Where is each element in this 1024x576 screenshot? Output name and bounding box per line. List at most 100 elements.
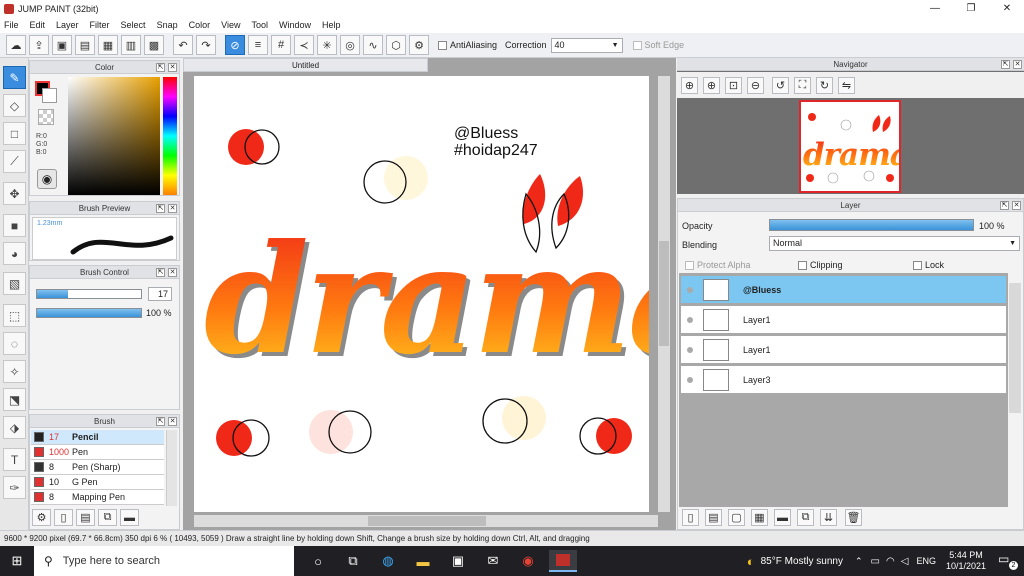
task-view-icon[interactable]: ⧉ [339, 550, 367, 572]
menu-color[interactable]: Color [189, 20, 211, 30]
close-icon[interactable]: ✕ [168, 63, 177, 72]
undock-icon[interactable]: ⇱ [156, 268, 165, 277]
weather-text[interactable]: 85°F Mostly sunny [761, 556, 843, 567]
brush-list-scrollbar[interactable] [166, 430, 177, 506]
zoom-fit-icon[interactable]: ⊕ [681, 76, 698, 94]
brush-settings-icon[interactable]: ⚙ [32, 509, 51, 526]
mail-icon[interactable]: ✉ [479, 550, 507, 572]
layer-row[interactable]: Layer1 [680, 305, 1007, 334]
visibility-eye-icon[interactable] [687, 286, 693, 293]
close-icon[interactable]: ✕ [168, 417, 177, 426]
vertical-scroll-thumb[interactable] [659, 241, 669, 346]
antialiasing-checkbox[interactable] [438, 40, 447, 50]
file-explorer-icon[interactable]: ▬ [409, 550, 437, 572]
select-eraser-tool-icon[interactable]: ⬗ [3, 416, 26, 439]
zoom-in-icon[interactable]: ⊕ [703, 76, 720, 94]
document-icon[interactable]: ▤ [75, 35, 95, 55]
polygon-snap-icon[interactable]: ⬡ [386, 35, 406, 55]
rectangle-select-tool-icon[interactable]: □ [3, 122, 26, 145]
eraser-tool-icon[interactable]: ◇ [3, 94, 26, 117]
undock-icon[interactable]: ⇱ [1001, 60, 1010, 69]
language-indicator[interactable]: ENG [916, 556, 936, 566]
undock-icon[interactable]: ⇱ [156, 417, 165, 426]
menu-tool[interactable]: Tool [251, 20, 268, 30]
new-raster-layer-icon[interactable]: ▤ [705, 509, 722, 526]
lock-option[interactable]: Lock [913, 260, 944, 270]
palette-icon[interactable]: ◉ [37, 169, 57, 189]
blur-tool-icon[interactable]: ⟋ [3, 150, 26, 173]
menu-window[interactable]: Window [279, 20, 311, 30]
visibility-eye-icon[interactable] [687, 376, 693, 383]
eyedropper-tool-icon[interactable]: ✑ [3, 476, 26, 499]
wifi-icon[interactable]: ◠ [886, 556, 895, 567]
brush-list-item[interactable]: 8 Mapping Pen [31, 490, 164, 505]
document-canvas[interactable]: @Bluess #hoidap247 drama drama [194, 76, 649, 512]
menu-filter[interactable]: Filter [90, 20, 110, 30]
magic-wand-tool-icon[interactable]: ✧ [3, 360, 26, 383]
lasso-tool-icon[interactable]: ◌ [3, 332, 26, 355]
select-pen-tool-icon[interactable]: ⬔ [3, 388, 26, 411]
brush-list-item[interactable]: 10 G Pen [31, 475, 164, 490]
brush-size-slider[interactable] [36, 289, 142, 299]
brush-size-input[interactable]: 17 [148, 287, 172, 301]
edge-icon[interactable]: ◍ [374, 550, 402, 572]
zoom-out-icon[interactable]: ⊖ [747, 76, 764, 94]
flip-icon[interactable]: ⇋ [838, 76, 855, 94]
menu-select[interactable]: Select [121, 20, 146, 30]
move-tool-icon[interactable]: ✥ [3, 182, 26, 205]
navigator-thumbnail[interactable]: drama [799, 100, 901, 193]
layer-row[interactable]: Layer1 [680, 335, 1007, 364]
menu-layer[interactable]: Layer [56, 20, 79, 30]
brush-opacity-slider[interactable] [36, 308, 142, 318]
vertical-scrollbar[interactable] [658, 76, 670, 512]
bucket-tool-icon[interactable]: ◕ [3, 242, 26, 265]
undock-icon[interactable]: ⇱ [156, 204, 165, 213]
comment-icon[interactable]: ▣ [52, 35, 72, 55]
cloud-icon[interactable]: ☁ [6, 35, 26, 55]
clock[interactable]: 5:44 PM 10/1/2021 [946, 550, 986, 572]
fit-window-icon[interactable]: ⛶ [794, 76, 811, 94]
cortana-icon[interactable]: ○ [304, 550, 332, 572]
brush-list-item[interactable]: 1000 Pen [31, 445, 164, 460]
close-icon[interactable]: ✕ [168, 268, 177, 277]
layer-list-scrollbar[interactable] [1009, 283, 1021, 413]
document-tab[interactable]: Untitled [183, 58, 428, 72]
grid-icon[interactable]: ▩ [144, 35, 164, 55]
vanish-snap-icon[interactable]: ≺ [294, 35, 314, 55]
background-color-swatch[interactable] [42, 88, 57, 103]
cross-snap-icon[interactable]: # [271, 35, 291, 55]
circle-snap-icon[interactable]: ◎ [340, 35, 360, 55]
horizontal-scrollbar[interactable] [194, 515, 658, 527]
close-icon[interactable]: ✕ [168, 204, 177, 213]
menu-help[interactable]: Help [322, 20, 341, 30]
rect-fill-tool-icon[interactable]: ■ [3, 214, 26, 237]
menu-view[interactable]: View [221, 20, 240, 30]
snap-off-icon[interactable]: ⊘ [225, 35, 245, 55]
copy-brush-icon[interactable]: ⧉ [98, 509, 117, 526]
undock-icon[interactable]: ⇱ [1000, 201, 1009, 210]
menu-snap[interactable]: Snap [157, 20, 178, 30]
page-icon[interactable]: ▥ [121, 35, 141, 55]
windows-start-icon[interactable]: ⊞ [0, 550, 34, 572]
brush-menu-icon[interactable]: ▤ [76, 509, 95, 526]
text-tool-icon[interactable]: T [3, 448, 26, 471]
menu-file[interactable]: File [4, 20, 19, 30]
close-icon[interactable]: ✕ [1013, 60, 1022, 69]
new-text-layer-icon[interactable]: ▢ [728, 509, 745, 526]
volume-icon[interactable]: ◁ [901, 556, 909, 567]
layer-opacity-slider[interactable] [769, 219, 974, 231]
tray-chevron-icon[interactable]: ⌃ [855, 556, 863, 567]
brush-list-item[interactable]: 17 Pencil [31, 430, 164, 445]
share-icon[interactable]: ⇪ [29, 35, 49, 55]
brush-tool-icon[interactable]: ✎ [3, 66, 26, 89]
layer-row[interactable]: @Bluess [680, 275, 1007, 304]
new-tone-layer-icon[interactable]: ▦ [751, 509, 768, 526]
close-button[interactable]: ✕ [990, 0, 1024, 17]
zoom-actual-icon[interactable]: ⊡ [725, 76, 742, 94]
radial-snap-icon[interactable]: ✳ [317, 35, 337, 55]
redo-icon[interactable]: ↷ [196, 35, 216, 55]
restore-button[interactable]: ❐ [954, 0, 988, 17]
snap-settings-icon[interactable]: ⚙ [409, 35, 429, 55]
taskbar-search[interactable]: ⚲ Type here to search [34, 546, 294, 576]
lock-checkbox[interactable] [913, 260, 922, 270]
